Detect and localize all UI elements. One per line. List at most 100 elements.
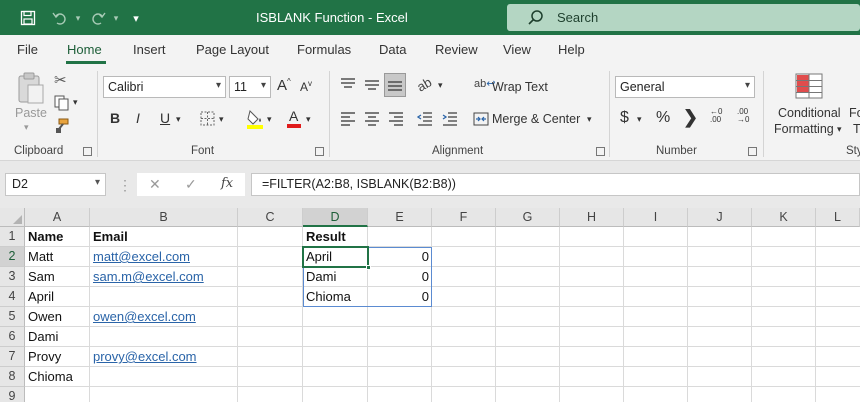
- copy-dropdown-icon[interactable]: ▾: [73, 97, 78, 108]
- decrease-decimal-icon[interactable]: .00 →0: [737, 108, 749, 124]
- cell-b5[interactable]: owen@excel.com: [90, 307, 238, 327]
- currency-icon[interactable]: $: [620, 109, 629, 127]
- bottom-align-icon[interactable]: [384, 73, 406, 97]
- tab-file[interactable]: File: [17, 42, 38, 57]
- paste-dropdown-icon[interactable]: ▾: [24, 122, 29, 133]
- conditional-formatting-button[interactable]: Conditional: [778, 106, 841, 120]
- merge-center-icon[interactable]: [473, 111, 489, 130]
- row-header-1[interactable]: 1: [0, 227, 25, 247]
- clipboard-launcher-icon[interactable]: [83, 147, 92, 156]
- cell-b3[interactable]: sam.m@excel.com: [90, 267, 238, 287]
- align-right-icon[interactable]: [388, 112, 404, 129]
- number-launcher-icon[interactable]: [748, 147, 757, 156]
- search-box[interactable]: Search: [507, 4, 860, 31]
- row-header-5[interactable]: 5: [0, 307, 25, 327]
- column-header-g[interactable]: G: [496, 208, 560, 227]
- increase-font-icon[interactable]: A^: [277, 77, 291, 94]
- tab-home[interactable]: Home: [67, 42, 102, 57]
- save-icon[interactable]: [18, 8, 38, 28]
- column-header-l[interactable]: L: [816, 208, 860, 227]
- cell-a7[interactable]: Provy: [25, 347, 90, 367]
- row-header-3[interactable]: 3: [0, 267, 25, 287]
- column-header-e[interactable]: E: [368, 208, 432, 227]
- select-all-button[interactable]: [0, 208, 25, 227]
- column-header-f[interactable]: F: [432, 208, 496, 227]
- percent-icon[interactable]: %: [656, 109, 670, 127]
- tab-data[interactable]: Data: [379, 42, 406, 57]
- fill-color-dropdown-icon[interactable]: ▾: [267, 114, 272, 125]
- row-header-4[interactable]: 4: [0, 287, 25, 307]
- splitter-handle-icon[interactable]: ⋮: [118, 177, 132, 194]
- borders-dropdown-icon[interactable]: ▾: [219, 114, 224, 125]
- alignment-launcher-icon[interactable]: [596, 147, 605, 156]
- copy-icon[interactable]: [54, 95, 70, 114]
- font-color-dropdown-icon[interactable]: ▾: [306, 114, 311, 125]
- worksheet-grid[interactable]: A B C D E F G H I J K L 1 2 3 4 5 6 7 8 …: [0, 208, 860, 402]
- fill-color-icon[interactable]: [246, 109, 264, 132]
- orientation-icon[interactable]: ab: [414, 74, 434, 94]
- customize-toolbar-icon[interactable]: ▾: [126, 8, 146, 28]
- font-family-select[interactable]: Calibri ▾: [103, 76, 226, 98]
- column-header-k[interactable]: K: [752, 208, 816, 227]
- cell-a4[interactable]: April: [25, 287, 90, 307]
- tab-view[interactable]: View: [503, 42, 531, 57]
- top-align-icon[interactable]: [340, 78, 356, 95]
- cell-a1[interactable]: Name: [25, 227, 90, 247]
- format-painter-icon[interactable]: [54, 118, 70, 137]
- increase-decimal-icon[interactable]: ←0.00: [710, 108, 722, 124]
- cell-d1[interactable]: Result: [303, 227, 368, 247]
- increase-indent-icon[interactable]: [442, 112, 458, 129]
- borders-icon[interactable]: [200, 111, 215, 129]
- format-as-table-button[interactable]: Fo: [849, 106, 860, 120]
- cell-a8[interactable]: Chioma: [25, 367, 90, 387]
- undo-icon[interactable]: [50, 8, 70, 28]
- middle-align-icon[interactable]: [364, 78, 380, 95]
- cell-b7[interactable]: provy@excel.com: [90, 347, 238, 367]
- redo-icon[interactable]: [88, 8, 108, 28]
- decrease-font-icon[interactable]: Av: [300, 79, 312, 94]
- underline-button[interactable]: U: [160, 110, 170, 126]
- paste-button[interactable]: Paste: [15, 106, 47, 120]
- row-header-2[interactable]: 2: [0, 247, 25, 267]
- font-launcher-icon[interactable]: [315, 147, 324, 156]
- conditional-formatting-button-line2[interactable]: Formatting: [774, 122, 834, 136]
- wrap-text-button[interactable]: Wrap Text: [492, 80, 548, 94]
- tab-help[interactable]: Help: [558, 42, 585, 57]
- decrease-indent-icon[interactable]: [416, 112, 433, 129]
- cancel-icon[interactable]: ✕: [149, 176, 161, 193]
- cell-b1[interactable]: Email: [90, 227, 238, 247]
- tab-formulas[interactable]: Formulas: [297, 42, 351, 57]
- column-header-j[interactable]: J: [688, 208, 752, 227]
- cell-a5[interactable]: Owen: [25, 307, 90, 327]
- column-header-b[interactable]: B: [90, 208, 238, 227]
- undo-dropdown-icon[interactable]: ▾: [68, 8, 88, 28]
- tab-insert[interactable]: Insert: [133, 42, 166, 57]
- enter-icon[interactable]: ✓: [185, 176, 197, 193]
- align-left-icon[interactable]: [340, 112, 356, 129]
- name-box[interactable]: D2 ▾: [5, 173, 106, 196]
- row-header-7[interactable]: 7: [0, 347, 25, 367]
- column-header-d[interactable]: D: [303, 208, 368, 227]
- font-color-icon[interactable]: A: [286, 108, 302, 131]
- tab-page-layout[interactable]: Page Layout: [196, 42, 269, 57]
- align-center-icon[interactable]: [364, 112, 380, 129]
- comma-style-icon[interactable]: ❯: [683, 107, 698, 128]
- tab-review[interactable]: Review: [435, 42, 478, 57]
- column-header-c[interactable]: C: [238, 208, 303, 227]
- column-header-a[interactable]: A: [25, 208, 90, 227]
- italic-button[interactable]: I: [136, 110, 140, 126]
- bold-button[interactable]: B: [110, 110, 120, 126]
- format-as-table-button-line2[interactable]: T: [853, 122, 860, 136]
- number-format-select[interactable]: General ▾: [615, 76, 755, 98]
- cell-a2[interactable]: Matt: [25, 247, 90, 267]
- paste-icon[interactable]: [16, 71, 46, 108]
- orientation-dropdown-icon[interactable]: ▾: [438, 80, 443, 91]
- column-header-h[interactable]: H: [560, 208, 624, 227]
- cell-a6[interactable]: Dami: [25, 327, 90, 347]
- row-header-6[interactable]: 6: [0, 327, 25, 347]
- insert-function-icon[interactable]: fx: [221, 176, 233, 191]
- cell-b2[interactable]: matt@excel.com: [90, 247, 238, 267]
- chevron-down-icon[interactable]: ▾: [837, 124, 842, 135]
- merge-center-button[interactable]: Merge & Center: [492, 112, 580, 126]
- formula-input[interactable]: =FILTER(A2:B8, ISBLANK(B2:B8)): [251, 173, 860, 196]
